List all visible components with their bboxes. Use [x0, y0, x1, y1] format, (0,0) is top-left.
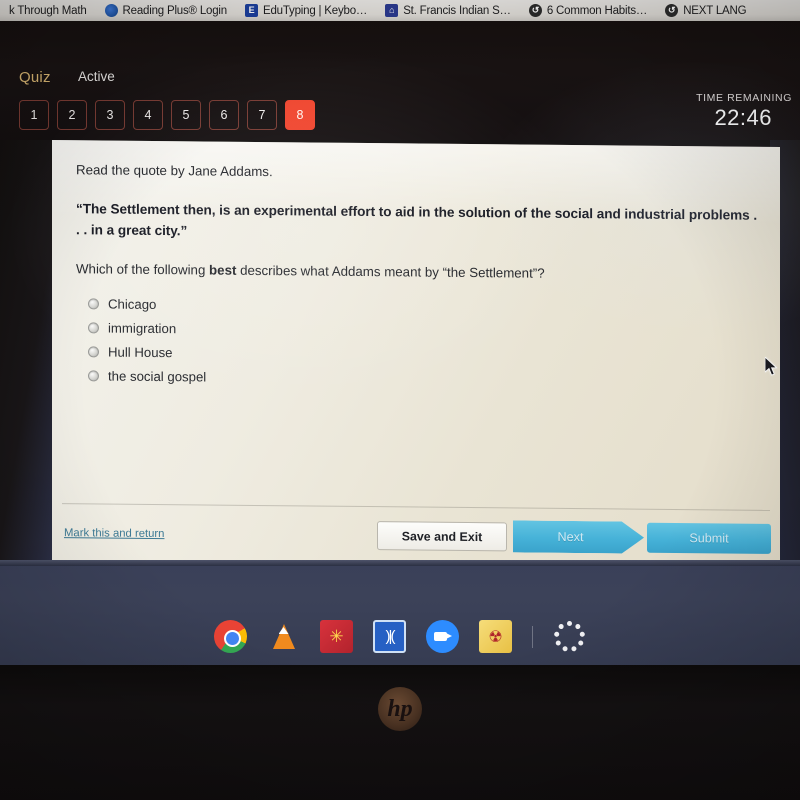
answer-options: Chicago immigration Hull House the socia…	[88, 292, 760, 394]
question-number-button-1[interactable]: 1	[19, 100, 49, 130]
quiz-title: Quiz	[19, 69, 51, 86]
vlc-icon[interactable]	[267, 620, 300, 653]
browser-tab[interactable]: k Through Math	[0, 0, 96, 21]
question-intro: Read the quote by Jane Addams.	[76, 162, 273, 180]
question-card: Read the quote by Jane Addams. “The Sett…	[52, 140, 780, 575]
taskbar: ✳ )|( ☢	[0, 608, 800, 665]
desktop-background: ✳ )|( ☢	[0, 560, 800, 665]
question-number-button-8[interactable]: 8	[285, 100, 315, 130]
mark-this-and-return-link[interactable]: Mark this and return	[64, 527, 164, 540]
question-number-nav: 1 2 3 4 5 6 7 8	[19, 100, 315, 130]
time-remaining-value: 22:46	[714, 105, 772, 130]
mouse-cursor	[765, 357, 778, 376]
tab-title: k Through Math	[9, 4, 87, 17]
yellow-app-icon[interactable]: ☢	[479, 620, 512, 653]
browser-tab[interactable]: E EduTyping | Keybo…	[236, 0, 376, 21]
footer-divider	[62, 503, 770, 511]
answer-option-label: the social gospel	[108, 368, 207, 385]
taskbar-divider	[532, 625, 533, 648]
laptop-screen-photo: k Through Math Reading Plus® Login E Edu…	[0, 0, 800, 800]
answer-option-label: Hull House	[108, 344, 173, 360]
radio-button-icon[interactable]	[88, 346, 99, 358]
tab-title: NEXT LANG	[683, 4, 747, 17]
zoom-icon[interactable]	[426, 620, 459, 653]
submit-button[interactable]: Submit	[647, 522, 771, 554]
tab-title: St. Francis Indian S…	[403, 4, 511, 17]
quiz-header: Quiz Active TIME REMAINING 22:46 1 2 3 4…	[0, 21, 800, 140]
refresh-icon: ↺	[528, 4, 542, 17]
red-app-icon[interactable]: ✳	[320, 620, 353, 653]
question-number-button-3[interactable]: 3	[95, 100, 125, 130]
time-remaining-label: TIME REMAINING	[696, 92, 792, 104]
answer-option[interactable]: the social gospel	[88, 364, 760, 394]
refresh-icon: ↺	[665, 4, 679, 17]
browser-tab-strip: k Through Math Reading Plus® Login E Edu…	[0, 0, 800, 21]
laptop-bezel: hp	[0, 665, 800, 800]
next-button[interactable]: Next	[513, 520, 644, 553]
desktop-top-edge	[0, 560, 800, 566]
tab-title: Reading Plus® Login	[122, 4, 228, 17]
tab-title: 6 Common Habits…	[546, 4, 648, 17]
browser-tab[interactable]: ↺ 6 Common Habits…	[520, 0, 656, 21]
browser-tab[interactable]: ⌂ St. Francis Indian S…	[376, 0, 520, 21]
screen-left-gutter	[0, 140, 54, 565]
loading-spinner-icon	[553, 620, 586, 653]
question-prompt-before: Which of the following	[76, 261, 210, 278]
radio-button-icon[interactable]	[88, 322, 99, 334]
answer-option-label: Chicago	[108, 296, 157, 312]
question-number-button-7[interactable]: 7	[247, 100, 277, 130]
question-quote: “The Settlement then, is an experimental…	[76, 201, 758, 238]
answer-option-label: immigration	[108, 320, 177, 337]
question-prompt-after: describes what Addams meant by “the Sett…	[236, 263, 545, 282]
tab-title: EduTyping | Keybo…	[262, 4, 368, 17]
question-number-button-5[interactable]: 5	[171, 100, 201, 130]
save-and-exit-button[interactable]: Save and Exit	[377, 521, 507, 552]
browser-tab[interactable]: ↺ NEXT LANG	[656, 0, 755, 21]
chrome-icon[interactable]	[214, 620, 247, 653]
question-number-button-4[interactable]: 4	[133, 100, 163, 130]
readingplus-icon	[104, 4, 118, 17]
radio-button-icon[interactable]	[88, 298, 99, 310]
audio-waveform-icon[interactable]: )|(	[373, 620, 406, 653]
edutyping-icon: E	[244, 4, 258, 17]
hp-logo: hp	[378, 687, 422, 731]
question-number-button-2[interactable]: 2	[57, 100, 87, 130]
question-number-button-6[interactable]: 6	[209, 100, 239, 130]
quiz-status: Active	[78, 69, 115, 84]
radio-button-icon[interactable]	[88, 370, 99, 382]
browser-tab[interactable]: Reading Plus® Login	[96, 0, 236, 21]
school-icon: ⌂	[385, 4, 399, 17]
question-prompt-emphasis: best	[209, 262, 237, 279]
question-prompt: Which of the following best describes wh…	[76, 262, 760, 284]
